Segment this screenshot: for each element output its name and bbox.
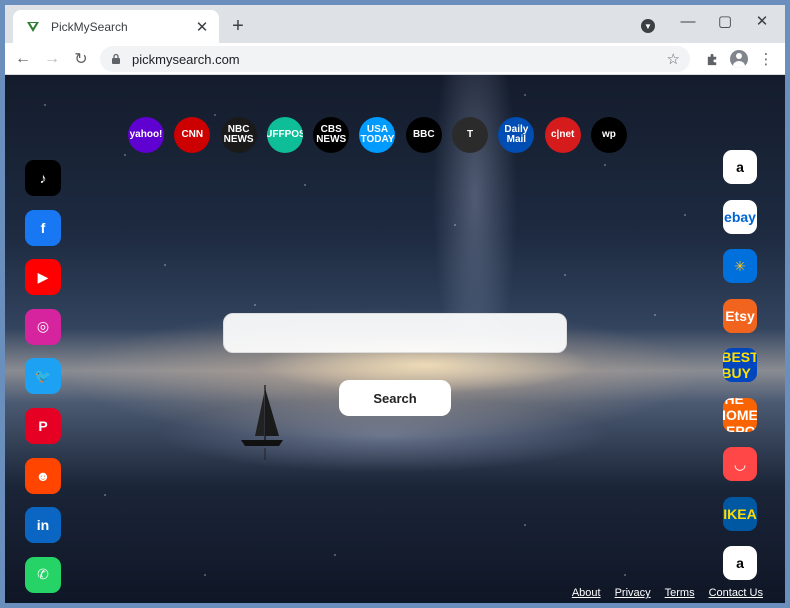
forward-arrow-icon[interactable]: → — [40, 47, 64, 71]
nbc-news-shortcut-icon[interactable]: NBC NEWS — [220, 117, 257, 153]
etsy-shortcut-icon[interactable]: Etsy — [723, 298, 757, 333]
news-shortcuts-row: yahoo! CNNNBC NEWSHUFFPOST CBS NEWSUSA TOD… — [128, 117, 637, 153]
amazon-shortcut-icon[interactable]: a — [723, 150, 757, 184]
aliexpress-shortcut-icon[interactable]: ◡ — [723, 447, 757, 481]
facebook-shortcut-icon[interactable]: f — [25, 209, 61, 246]
browser-window: PickMySearch ✕ + ▼ — ▢ ✕ ← → ↻ pickmysea… — [5, 5, 785, 603]
nytimes-shortcut-icon[interactable]: T — [452, 117, 489, 153]
cnet-shortcut-icon[interactable]: c|net — [544, 117, 581, 153]
back-arrow-icon[interactable]: ← — [11, 47, 35, 71]
address-bar[interactable]: pickmysearch.com ☆ — [100, 46, 690, 72]
contact-us-link[interactable]: Contact Us — [709, 587, 763, 599]
maximize-button[interactable]: ▢ — [712, 10, 738, 32]
profile-avatar-icon[interactable] — [727, 47, 751, 71]
terms-link[interactable]: Terms — [665, 587, 695, 599]
aol-shortcut-icon[interactable]: a — [723, 546, 757, 580]
ebay-shortcut-icon[interactable]: ebay — [723, 199, 757, 234]
sailboat-image — [241, 385, 283, 460]
tab-strip: PickMySearch ✕ + ▼ — ▢ ✕ — [5, 5, 785, 43]
tab-close-icon[interactable]: ✕ — [193, 18, 211, 36]
browser-toolbar: ← → ↻ pickmysearch.com ☆ ⋮ — [5, 43, 785, 75]
page-content: yahoo! CNNNBC NEWSHUFFPOST CBS NEWSUSA TOD… — [5, 75, 785, 603]
ikea-shortcut-icon[interactable]: IKEA — [723, 496, 757, 531]
close-window-button[interactable]: ✕ — [749, 10, 775, 32]
reload-icon[interactable]: ↻ — [69, 47, 93, 71]
youtube-shortcut-icon[interactable]: ▶ — [25, 259, 61, 296]
footer-links: About Privacy Terms Contact Us — [572, 587, 763, 599]
tab-search-icon[interactable]: ▼ — [641, 19, 655, 33]
pickmysearch-favicon-icon — [27, 21, 39, 32]
social-shortcuts-column: ♪ f ▶ ◎ 🐦 P ☻ in ✆ — [25, 160, 61, 603]
tab-pickmysearch[interactable]: PickMySearch ✕ — [13, 10, 219, 43]
washington-post-shortcut-icon[interactable]: wp — [590, 117, 627, 153]
search-button[interactable]: Search — [339, 380, 451, 416]
tab-title: PickMySearch — [51, 19, 128, 34]
minimize-button[interactable]: — — [675, 10, 701, 32]
url-text: pickmysearch.com — [132, 51, 240, 67]
best-buy-shortcut-icon[interactable]: BEST BUY — [723, 348, 757, 382]
daily-mail-shortcut-icon[interactable]: Daily Mail — [498, 117, 535, 153]
home-depot-shortcut-icon[interactable]: THE HOME DEPOT — [723, 397, 757, 432]
instagram-shortcut-icon[interactable]: ◎ — [25, 308, 61, 345]
usa-today-shortcut-icon[interactable]: USA TODAY — [359, 117, 396, 153]
new-tab-button[interactable]: + — [227, 15, 249, 37]
linkedin-shortcut-icon[interactable]: in — [25, 507, 61, 544]
tiktok-shortcut-icon[interactable]: ♪ — [25, 160, 61, 196]
huffpost-shortcut-icon[interactable]: HUFFPOST — [266, 117, 303, 153]
bbc-shortcut-icon[interactable]: BBC — [405, 117, 442, 153]
menu-kebab-icon[interactable]: ⋮ — [754, 47, 778, 71]
lock-icon — [112, 53, 120, 64]
extensions-puzzle-icon[interactable] — [700, 47, 724, 71]
twitter-shortcut-icon[interactable]: 🐦 — [25, 358, 61, 395]
whatsapp-shortcut-icon[interactable]: ✆ — [25, 556, 61, 593]
cnn-shortcut-icon[interactable]: CNN — [174, 117, 211, 153]
bookmark-star-icon[interactable]: ☆ — [667, 50, 680, 68]
yahoo-shortcut-icon[interactable]: yahoo! — [128, 117, 164, 153]
cbs-news-shortcut-icon[interactable]: CBS NEWS — [313, 117, 350, 153]
reddit-shortcut-icon[interactable]: ☻ — [25, 457, 61, 494]
shopping-shortcuts-column: a ebay ✳ Etsy BEST BUY THE HOME DEPOT ◡ IKEA a — [723, 150, 757, 596]
pinterest-shortcut-icon[interactable]: P — [25, 407, 61, 444]
search-input[interactable] — [223, 313, 567, 353]
about-link[interactable]: About — [572, 587, 601, 599]
privacy-link[interactable]: Privacy — [615, 587, 651, 599]
walmart-shortcut-icon[interactable]: ✳ — [723, 249, 757, 283]
